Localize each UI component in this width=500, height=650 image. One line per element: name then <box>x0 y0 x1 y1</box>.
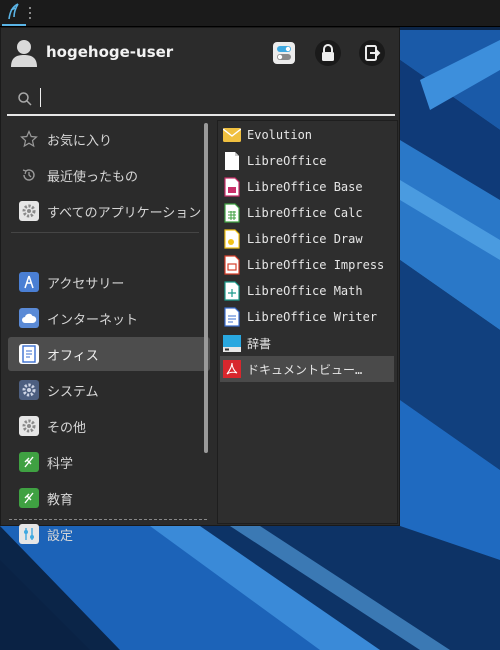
cloud-icon <box>19 308 39 328</box>
user-header: hogehoge-user <box>1 28 401 80</box>
category-label: 最近使ったもの <box>47 169 139 185</box>
category-label: お気に入り <box>47 133 113 149</box>
panel-handle[interactable] <box>28 7 32 19</box>
category-label: その他 <box>47 420 87 436</box>
app-label: LibreOffice <box>247 154 327 168</box>
user-name: hogehoge-user <box>46 43 174 61</box>
settings-icon <box>19 524 39 544</box>
category-internet[interactable]: インターネット <box>8 301 210 335</box>
libreoffice-base-icon <box>224 177 240 197</box>
app-label: LibreOffice Calc <box>247 206 363 220</box>
logout-button[interactable] <box>359 40 385 66</box>
text-caret <box>40 88 41 107</box>
app-libreoffice-writer[interactable]: LibreOffice Writer <box>220 304 394 330</box>
system-gear-icon <box>19 380 39 400</box>
app-libreoffice-calc[interactable]: LibreOffice Calc <box>220 200 394 226</box>
category-other[interactable]: その他 <box>8 409 210 443</box>
app-label: LibreOffice Draw <box>247 232 363 246</box>
whisker-icon <box>8 3 19 20</box>
drag-handle-icon <box>29 7 31 19</box>
top-panel <box>0 0 500 27</box>
category-label: アクセサリー <box>47 276 125 292</box>
settings-button[interactable] <box>271 40 297 66</box>
menu-resize-grip[interactable] <box>9 519 207 520</box>
category-list: お気に入り 最近使ったもの すべてのアプリケーション アクセサリー インターネッ… <box>1 120 215 544</box>
category-label: 設定 <box>47 528 74 544</box>
star-icon <box>19 129 39 149</box>
category-settings[interactable]: 設定 <box>8 517 210 551</box>
settings-toggle-icon <box>273 42 295 64</box>
app-evolution[interactable]: Evolution <box>220 122 394 148</box>
libreoffice-math-icon <box>224 281 240 301</box>
search-icon <box>18 92 32 106</box>
category-label: すべてのアプリケーション <box>47 205 202 221</box>
evolution-mail-icon <box>223 128 241 142</box>
science-icon <box>19 452 39 472</box>
app-label: LibreOffice Math <box>247 284 363 298</box>
whisker-menu-button[interactable] <box>2 1 26 26</box>
lock-screen-button[interactable] <box>315 40 341 66</box>
app-libreoffice-draw[interactable]: LibreOffice Draw <box>220 226 394 252</box>
app-label: Evolution <box>247 128 313 142</box>
category-education[interactable]: 教育 <box>8 481 210 515</box>
category-label: 教育 <box>47 492 74 508</box>
gear-icon <box>19 201 39 221</box>
other-gear-icon <box>19 416 39 436</box>
search-bar <box>7 84 395 116</box>
app-libreoffice-impress[interactable]: LibreOffice Impress <box>220 252 394 278</box>
dictionary-icon <box>223 335 241 352</box>
app-libreoffice-math[interactable]: LibreOffice Math <box>220 278 394 304</box>
office-document-icon <box>19 344 39 364</box>
category-favorites[interactable]: お気に入り <box>8 122 210 156</box>
app-label: 辞書 <box>247 336 272 351</box>
libreoffice-draw-icon <box>224 229 240 249</box>
app-label: LibreOffice Writer <box>247 310 378 324</box>
pdf-viewer-icon <box>223 360 241 378</box>
history-icon <box>19 165 39 185</box>
app-label: ドキュメントビュー… <box>247 362 363 377</box>
app-document-viewer[interactable]: ドキュメントビュー… <box>220 356 394 382</box>
category-office[interactable]: オフィス <box>8 337 210 371</box>
app-dictionary[interactable]: 辞書 <box>220 330 394 356</box>
whisker-menu: hogehoge-user お気に入り 最近使ったもの すべてのアプリケーション… <box>0 27 401 544</box>
libreoffice-icon <box>225 152 239 170</box>
category-label: 科学 <box>47 456 74 472</box>
app-libreoffice[interactable]: LibreOffice <box>220 148 394 174</box>
category-science[interactable]: 科学 <box>8 445 210 479</box>
app-libreoffice-base[interactable]: LibreOffice Base <box>220 174 394 200</box>
libreoffice-writer-icon <box>224 307 240 327</box>
application-list: Evolution LibreOffice LibreOffice Base L… <box>217 120 398 524</box>
libreoffice-calc-icon <box>224 203 240 223</box>
category-separator <box>11 232 199 233</box>
accessories-icon <box>19 272 39 292</box>
libreoffice-impress-icon <box>224 255 240 275</box>
category-scrollbar[interactable] <box>204 123 208 453</box>
search-input[interactable] <box>39 86 379 110</box>
category-label: オフィス <box>47 348 99 364</box>
education-icon <box>19 488 39 508</box>
app-label: LibreOffice Base <box>247 180 363 194</box>
app-label: LibreOffice Impress <box>247 258 385 272</box>
logout-icon <box>365 45 381 61</box>
category-recent[interactable]: 最近使ったもの <box>8 158 210 192</box>
lock-icon <box>322 44 334 61</box>
category-all-applications[interactable]: すべてのアプリケーション <box>8 194 210 228</box>
avatar <box>11 40 37 67</box>
category-accessories[interactable]: アクセサリー <box>8 265 210 299</box>
category-label: インターネット <box>47 312 139 328</box>
category-system[interactable]: システム <box>8 373 210 407</box>
category-label: システム <box>47 384 99 400</box>
